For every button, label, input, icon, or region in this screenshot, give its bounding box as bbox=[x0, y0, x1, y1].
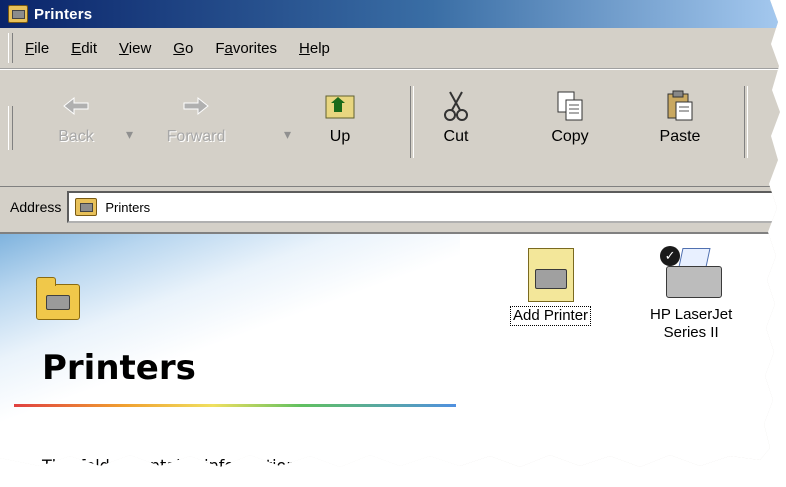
back-button[interactable]: Back bbox=[36, 88, 116, 154]
back-dropdown-icon[interactable]: ▾ bbox=[126, 126, 133, 143]
default-printer-check-icon: ✓ bbox=[660, 246, 681, 266]
panel-title: Printers bbox=[42, 348, 196, 388]
hp-laserjet-label-line1: HP LaserJet bbox=[650, 306, 733, 323]
printer-icon: ✓ bbox=[660, 244, 723, 302]
hp-laserjet-label-line2: Series II bbox=[663, 324, 719, 341]
cut-button[interactable]: Cut bbox=[416, 88, 496, 154]
folder-content: Printers This folder contains informatio… bbox=[0, 232, 780, 475]
hp-laserjet-item[interactable]: ✓ HP LaserJet Series II bbox=[650, 244, 732, 342]
forward-arrow-icon bbox=[183, 96, 209, 116]
forward-button[interactable]: Forward bbox=[156, 88, 236, 154]
title-bar[interactable]: Printers bbox=[0, 0, 780, 28]
printer-folder-icon bbox=[75, 198, 98, 216]
address-label: Address bbox=[10, 199, 62, 215]
menu-view[interactable]: View bbox=[119, 40, 151, 57]
up-folder-icon bbox=[325, 95, 355, 119]
toolbar-separator bbox=[410, 86, 414, 158]
paste-button[interactable]: Paste bbox=[640, 88, 720, 154]
up-button[interactable]: Up bbox=[300, 88, 380, 154]
address-value: Printers bbox=[105, 199, 151, 215]
menu-grip[interactable] bbox=[8, 33, 13, 63]
scissors-icon bbox=[444, 91, 468, 121]
address-input[interactable]: Printers bbox=[67, 191, 780, 223]
copy-button[interactable]: Copy bbox=[530, 88, 610, 154]
window-title: Printers bbox=[34, 5, 93, 23]
add-printer-label: Add Printer bbox=[510, 306, 592, 326]
menu-bar: File Edit View Go Favorites Help bbox=[0, 28, 780, 69]
web-view-panel: Printers This folder contains informatio… bbox=[0, 234, 460, 475]
menu-file[interactable]: File bbox=[25, 40, 49, 57]
menu-help[interactable]: Help bbox=[299, 40, 330, 57]
toolbar-separator bbox=[744, 86, 748, 158]
menu-edit[interactable]: Edit bbox=[71, 40, 97, 57]
panel-divider bbox=[14, 404, 456, 407]
printers-folder-icon bbox=[36, 277, 80, 320]
back-arrow-icon bbox=[63, 96, 89, 116]
printer-body-icon bbox=[666, 266, 723, 298]
standard-toolbar: Back ▾ Forward ▾ Up Cut Copy Paste bbox=[0, 69, 780, 187]
add-printer-icon bbox=[527, 248, 574, 302]
address-bar: Address Printers bbox=[0, 187, 780, 227]
forward-dropdown-icon[interactable]: ▾ bbox=[284, 126, 291, 143]
printer-folder-icon bbox=[8, 5, 28, 23]
menu-go[interactable]: Go bbox=[173, 40, 193, 57]
add-printer-item[interactable]: Add Printer bbox=[510, 248, 592, 326]
menu-favorites[interactable]: Favorites bbox=[215, 40, 277, 57]
toolbar-grip[interactable] bbox=[8, 106, 13, 150]
copy-icon bbox=[557, 91, 583, 121]
panel-description: This folder contains information bbox=[42, 456, 297, 475]
explorer-window: Printers File Edit View Go Favorites Hel… bbox=[0, 0, 780, 475]
paste-icon bbox=[667, 90, 693, 121]
